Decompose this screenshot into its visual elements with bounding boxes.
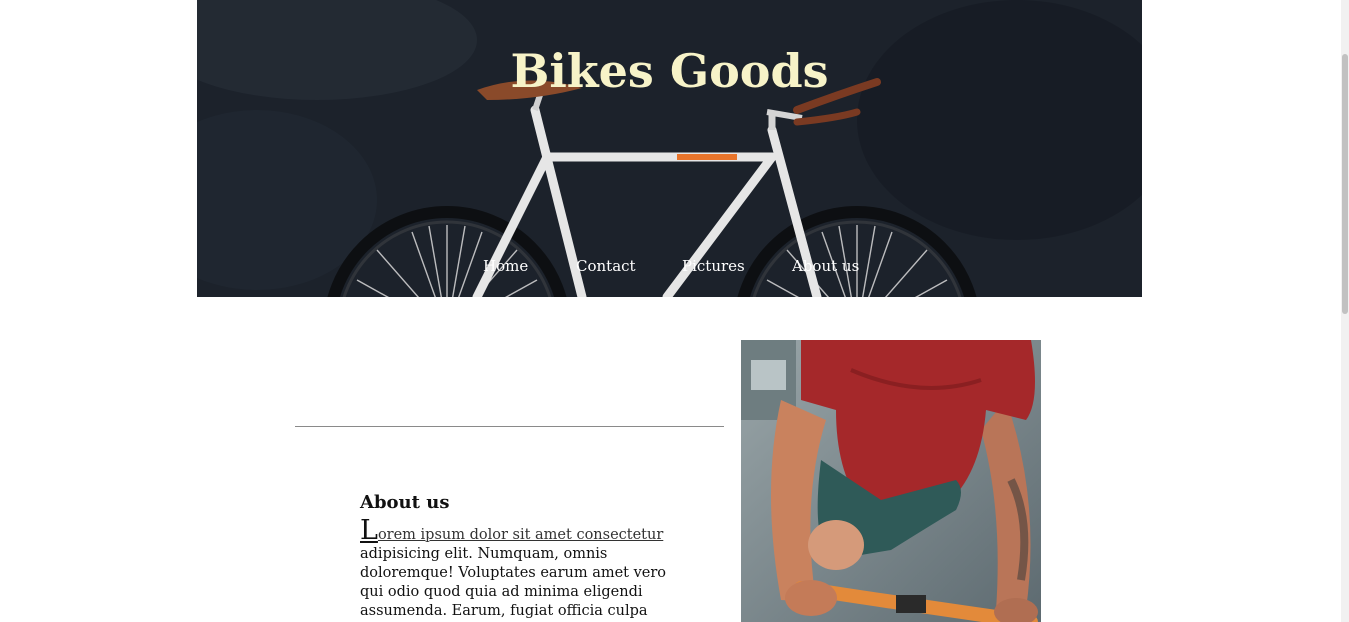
nav-pictures-link[interactable]: Pictures: [682, 257, 745, 275]
scrollbar-thumb[interactable]: [1342, 54, 1348, 314]
about-paragraph: Lorem ipsum dolor sit amet consectetur a…: [360, 517, 670, 621]
nav-about-link[interactable]: About us: [792, 257, 859, 275]
section-divider: [295, 426, 724, 427]
site-title: Bikes Goods: [510, 44, 829, 98]
about-heading: About us: [360, 492, 450, 513]
main-nav: Home Contact Pictures About us: [197, 257, 1142, 279]
about-lead-link[interactable]: orem ipsum dolor sit amet consectetur: [378, 527, 663, 543]
dropcap-letter: L: [360, 515, 378, 546]
cyclist-image: [741, 340, 1041, 622]
about-section: About us Lorem ipsum dolor sit amet cons…: [360, 492, 670, 621]
page-scrollbar[interactable]: [1341, 0, 1349, 622]
cyclist-photo: [741, 340, 1041, 622]
nav-home-link[interactable]: Home: [483, 257, 528, 275]
hero-banner: Bikes Goods Home Contact Pictures About …: [197, 0, 1142, 297]
about-body-text: adipisicing elit. Numquam, omnis dolorem…: [360, 546, 667, 619]
nav-contact-link[interactable]: Contact: [576, 257, 636, 275]
